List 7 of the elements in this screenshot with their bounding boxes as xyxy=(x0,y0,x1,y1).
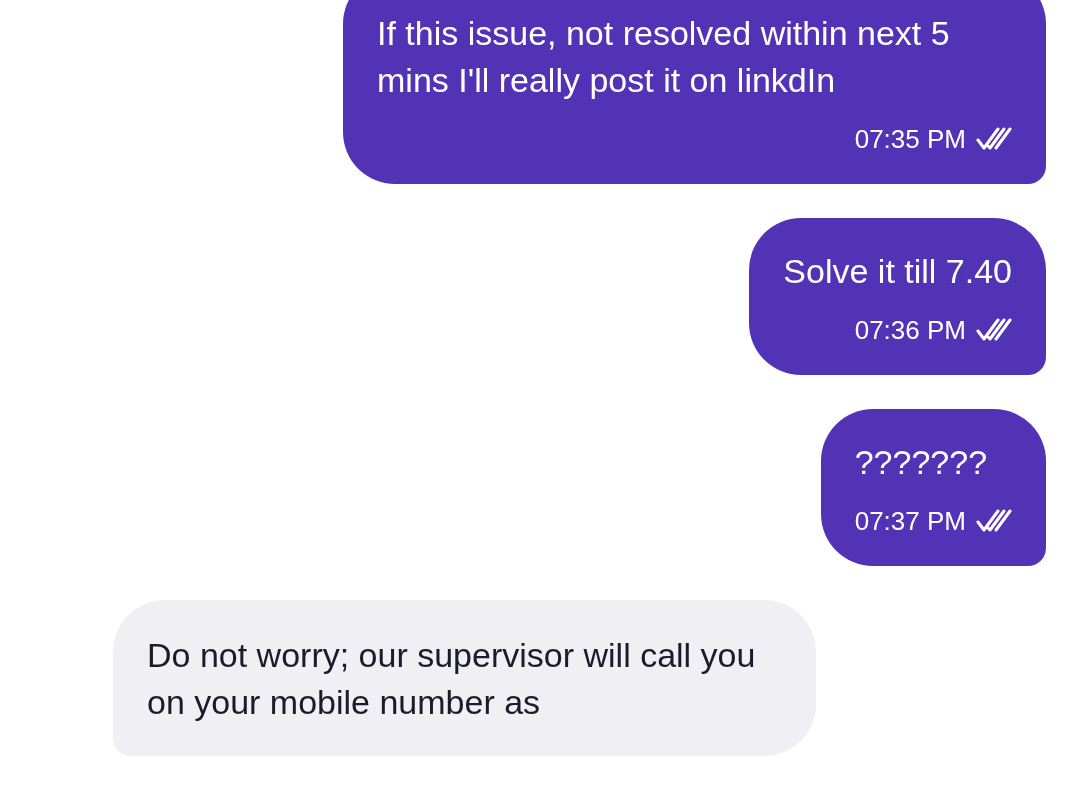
message-text: If this issue, not resolved within next 5 mins I'll really post it on linkdIn xyxy=(377,13,951,101)
message-time: 07:35 PM xyxy=(854,124,966,154)
message-text: Do not worry; our supervisor will call you on your mobile number as xyxy=(147,636,756,721)
message-text: Solve it till 7.40 xyxy=(783,251,1012,292)
message-time: 07:37 PM xyxy=(854,506,966,536)
message-text: ??????? xyxy=(854,442,989,483)
message-time: 07:36 PM xyxy=(854,315,966,345)
